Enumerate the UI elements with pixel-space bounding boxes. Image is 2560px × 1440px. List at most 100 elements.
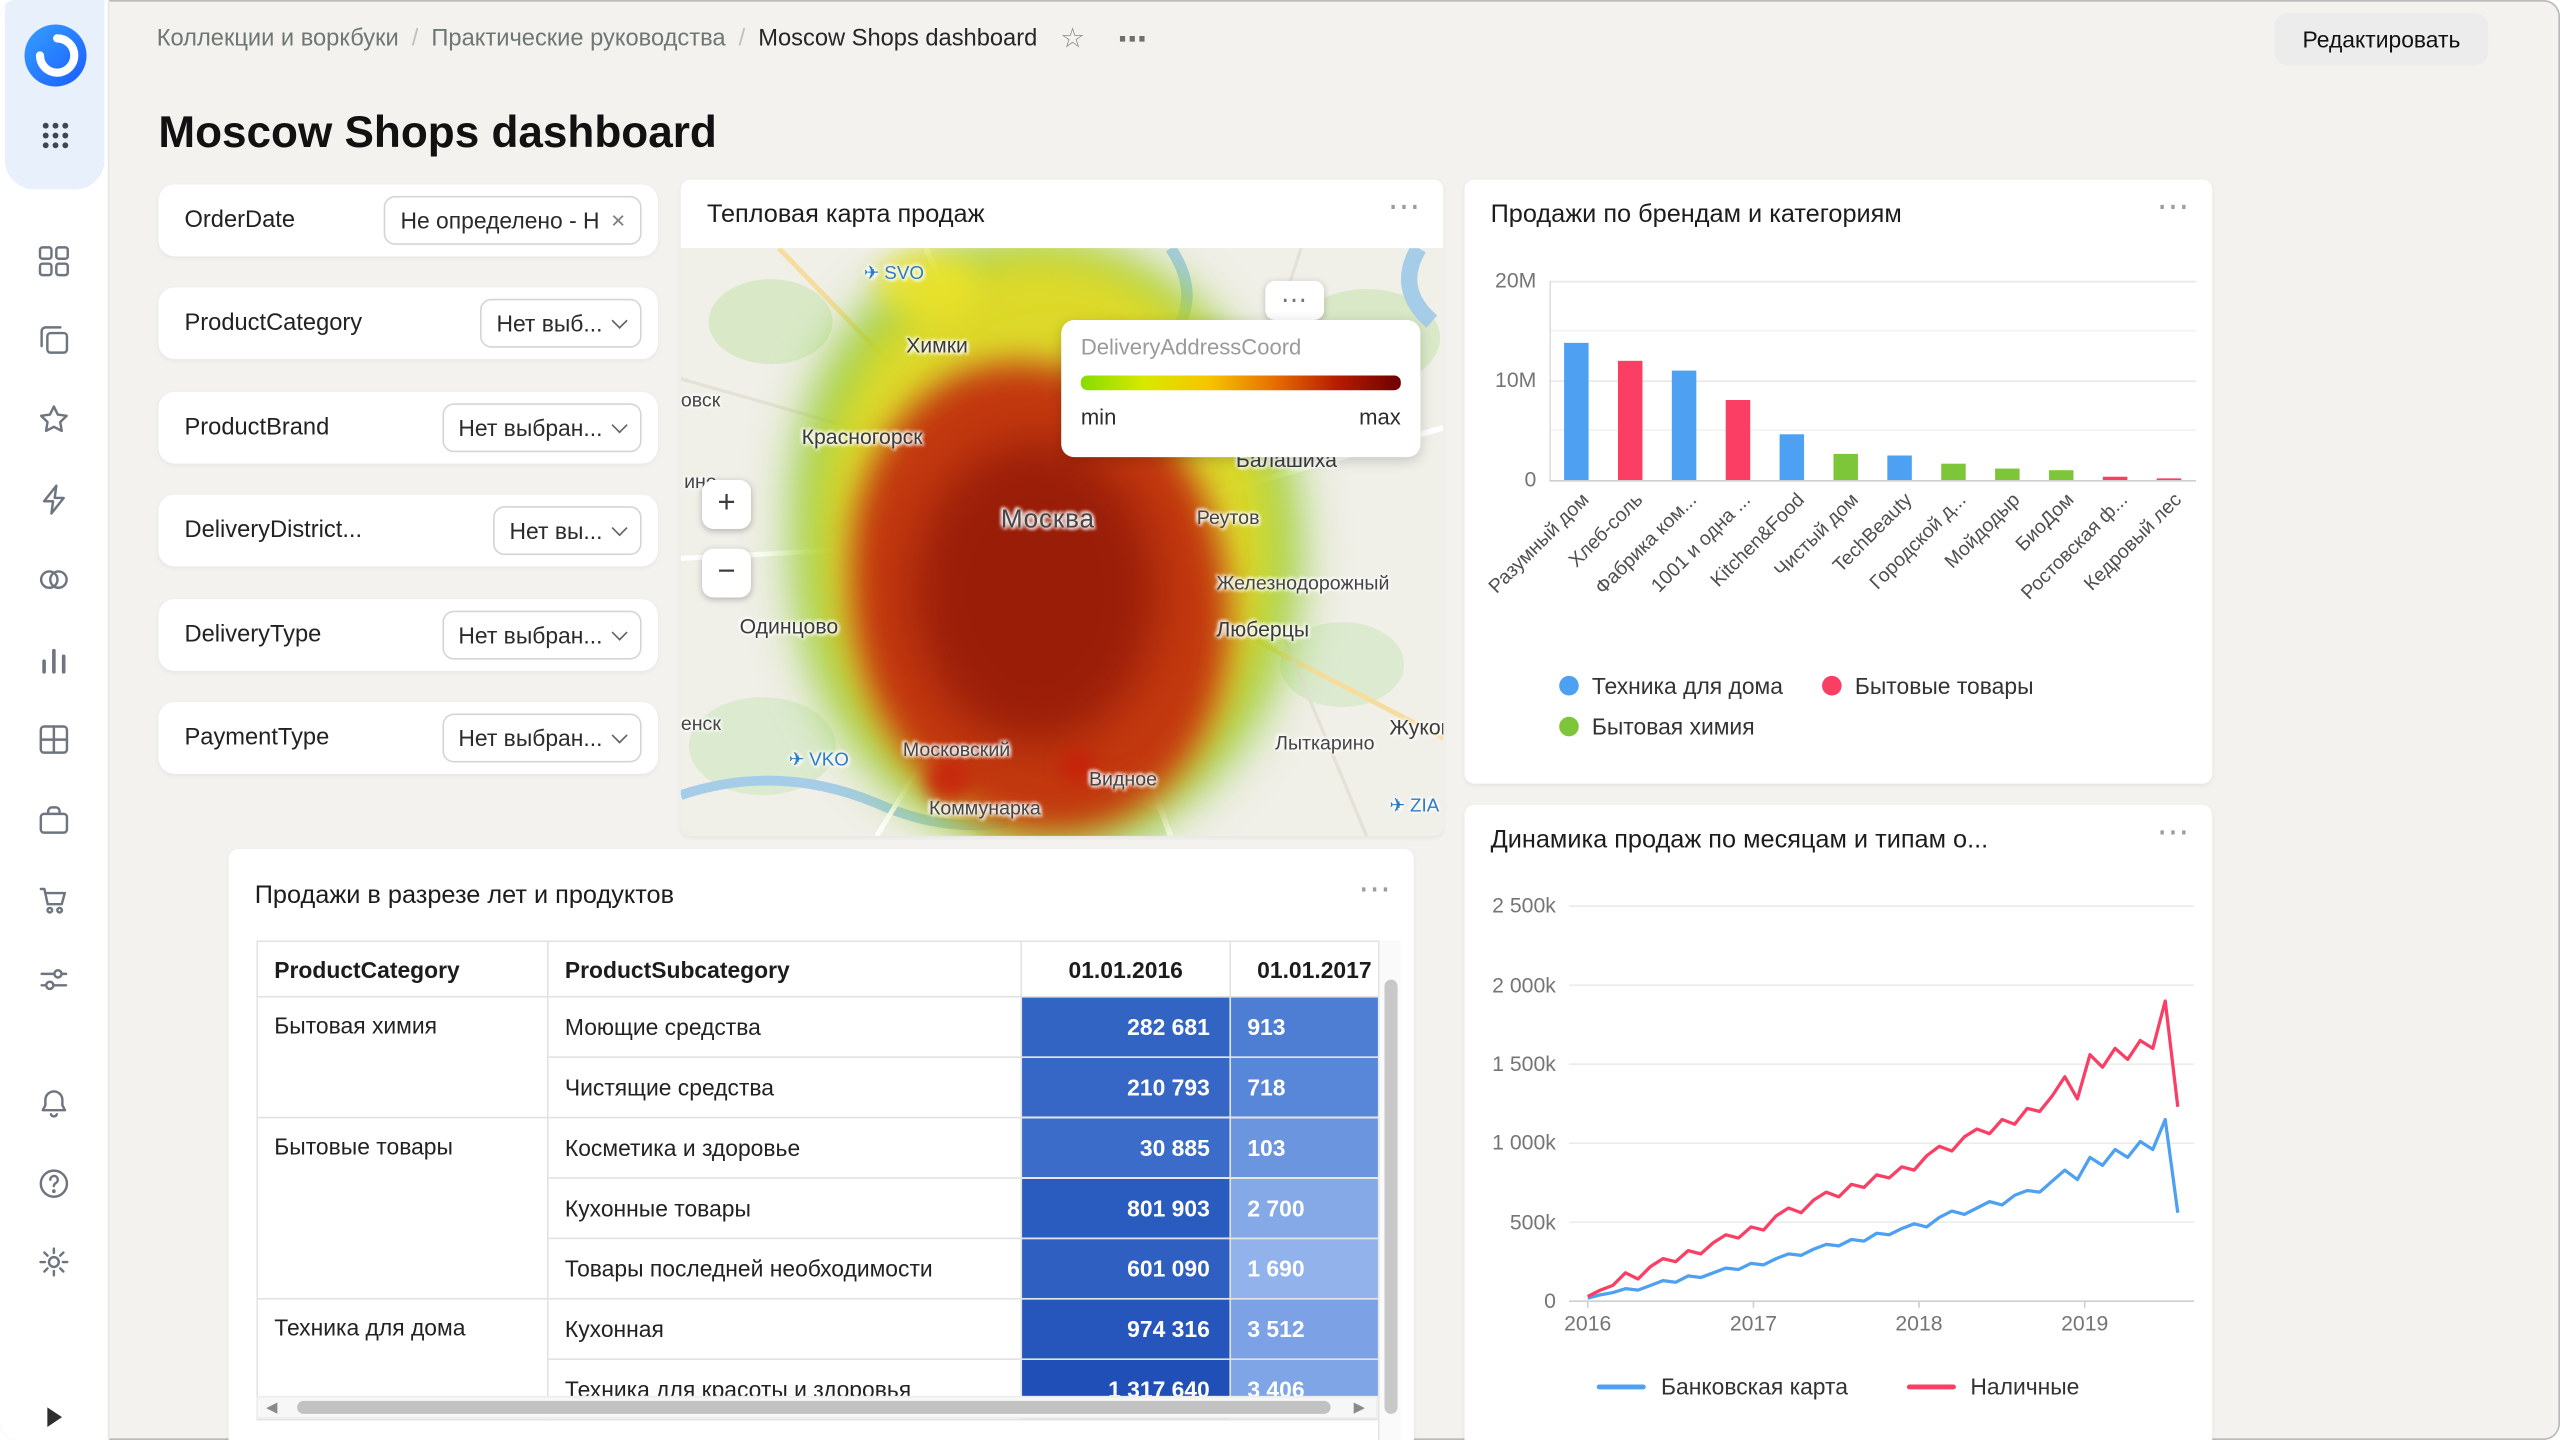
bar-plot-area (1549, 281, 2196, 480)
value-cell-2016: 801 903 (1021, 1178, 1230, 1238)
filter-label: PaymentType (184, 725, 329, 751)
scroll-right-icon[interactable]: ▶ (1354, 1399, 1365, 1417)
breadcrumb-separator: / (412, 26, 419, 52)
filter-deliverytype-control[interactable]: Нет выбран... (442, 611, 642, 660)
table-vertical-scrollbar[interactable] (1378, 940, 1401, 1440)
y-tick-label: 10M (1464, 366, 1536, 395)
x-axis-line (1549, 480, 2196, 482)
column-header[interactable]: ProductCategory (257, 941, 548, 997)
legend-min: min (1081, 405, 1117, 429)
map-canvas[interactable]: ✈SVOХимкиовскКрасногорскиноМоскваБалаших… (681, 248, 1443, 836)
tables-icon[interactable] (36, 722, 72, 758)
widget-menu-icon[interactable]: ⋯ (2157, 186, 2193, 227)
filter-productcategory-control[interactable]: Нет выб... (480, 299, 642, 348)
value-cell-2017: 913 (1230, 997, 1378, 1057)
filter-value: Нет выбран... (458, 622, 602, 648)
chevron-down-icon (612, 519, 628, 535)
legend-dot (1559, 717, 1579, 737)
favorite-star-icon[interactable]: ☆ (1060, 23, 1085, 56)
bar-5[interactable] (1833, 454, 1857, 480)
bar-11[interactable] (2157, 478, 2181, 480)
datalens-logo-icon[interactable] (24, 24, 86, 86)
breadcrumb-collections[interactable]: Коллекции и воркбуки (157, 26, 399, 52)
quick-actions-icon[interactable] (36, 482, 72, 518)
column-header[interactable]: 01.01.2017 (1230, 941, 1378, 997)
bar-4[interactable] (1780, 434, 1804, 480)
page-title: Moscow Shops dashboard (158, 108, 716, 159)
apps-grid-icon[interactable] (39, 119, 72, 152)
value-cell-2017: 103 (1230, 1118, 1378, 1178)
edit-button[interactable]: Редактировать (2275, 13, 2488, 65)
notifications-bell-icon[interactable] (36, 1086, 72, 1122)
header-more-icon[interactable]: ⋯ (1118, 22, 1149, 56)
scrollbar-thumb[interactable] (297, 1401, 1330, 1414)
filter-deliverytype: DeliveryType Нет выбран... (158, 599, 658, 671)
legend-line-sample (1597, 1384, 1646, 1389)
filter-paymenttype: PaymentType Нет выбран... (158, 702, 658, 774)
filter-value: Нет выб... (496, 310, 602, 336)
settings-gear-icon[interactable] (36, 1244, 72, 1280)
bar-8[interactable] (1995, 468, 2019, 480)
filter-productcategory: ProductCategory Нет выб... (158, 287, 658, 359)
y-tick-label: 1 500k (1484, 1050, 1556, 1079)
column-header[interactable]: 01.01.2016 (1021, 941, 1230, 997)
breadcrumb: Коллекции и воркбуки / Практические руко… (157, 21, 1149, 57)
legend-item[interactable]: Банковская карта (1597, 1373, 1848, 1399)
legend-item[interactable]: Бытовые товары (1822, 673, 2033, 699)
widget-title: Продажи в разрезе лет и продуктов (255, 882, 674, 911)
zoom-out-button[interactable]: − (702, 549, 751, 598)
datasets-icon[interactable] (36, 562, 72, 598)
filter-productbrand-control[interactable]: Нет выбран... (442, 403, 642, 452)
widget-title: Тепловая карта продаж (707, 201, 985, 230)
bar-3[interactable] (1726, 400, 1750, 480)
bar-9[interactable] (2049, 470, 2073, 480)
services-settings-icon[interactable] (36, 962, 72, 998)
expand-panel-icon[interactable] (47, 1407, 62, 1427)
legend-label: Бытовая химия (1592, 713, 1755, 739)
favorites-icon[interactable] (36, 402, 72, 438)
storage-icon[interactable] (36, 802, 72, 838)
legend-item[interactable]: Бытовая химия (1559, 713, 1754, 739)
clear-icon[interactable]: × (611, 208, 625, 232)
legend-item[interactable]: Наличные (1907, 1373, 2080, 1399)
chevron-down-icon (612, 727, 628, 743)
workbooks-icon[interactable] (36, 322, 72, 358)
breadcrumb-guides[interactable]: Практические руководства (431, 26, 725, 52)
widget-menu-icon[interactable]: ⋯ (1388, 186, 1424, 227)
bar-6[interactable] (1887, 456, 1911, 480)
bar-0[interactable] (1564, 343, 1588, 480)
map-menu-button[interactable]: ⋯ (1265, 281, 1324, 320)
filter-value: Не определено - Н (400, 207, 599, 233)
legend-max: max (1359, 405, 1401, 429)
widget-menu-icon[interactable]: ⋯ (1358, 869, 1394, 910)
dashboards-icon[interactable] (36, 243, 72, 279)
charts-icon[interactable] (36, 642, 72, 678)
marketplace-cart-icon[interactable] (36, 882, 72, 918)
filter-orderdate-control[interactable]: Не определено - Н × (384, 196, 641, 245)
subcategory-cell: Чистящие средства (548, 1057, 1021, 1117)
bar-2[interactable] (1672, 370, 1696, 480)
heatmap-widget: Тепловая карта продаж ⋯ (681, 180, 1443, 836)
column-header[interactable]: ProductSubcategory (548, 941, 1021, 997)
filter-paymenttype-control[interactable]: Нет выбран... (442, 713, 642, 762)
widget-menu-icon[interactable]: ⋯ (2157, 811, 2193, 852)
value-cell-2017: 2 700 (1230, 1178, 1378, 1238)
legend-title: DeliveryAddressCoord (1081, 335, 1302, 359)
zoom-in-button[interactable]: + (702, 480, 751, 529)
category-cell: Бытовые товары (257, 1118, 548, 1299)
legend-gradient (1081, 376, 1401, 391)
scroll-left-icon[interactable]: ◀ (266, 1399, 277, 1417)
subcategory-cell: Косметика и здоровье (548, 1118, 1021, 1178)
bar-1[interactable] (1618, 361, 1642, 480)
filter-deliverydistrict-control[interactable]: Нет вы... (493, 506, 641, 555)
scrollbar-thumb[interactable] (1384, 980, 1397, 1414)
value-cell-2017: 718 (1230, 1057, 1378, 1117)
value-cell-2016: 30 885 (1021, 1118, 1230, 1178)
table-horizontal-scrollbar[interactable]: ◀ ▶ (256, 1396, 1378, 1419)
chevron-down-icon (612, 416, 628, 432)
help-icon[interactable] (36, 1166, 72, 1202)
legend-item[interactable]: Техника для дома (1559, 673, 1783, 699)
bar-7[interactable] (1941, 464, 1965, 480)
y-tick-label: 0 (1484, 1287, 1556, 1316)
bar-10[interactable] (2103, 477, 2127, 480)
